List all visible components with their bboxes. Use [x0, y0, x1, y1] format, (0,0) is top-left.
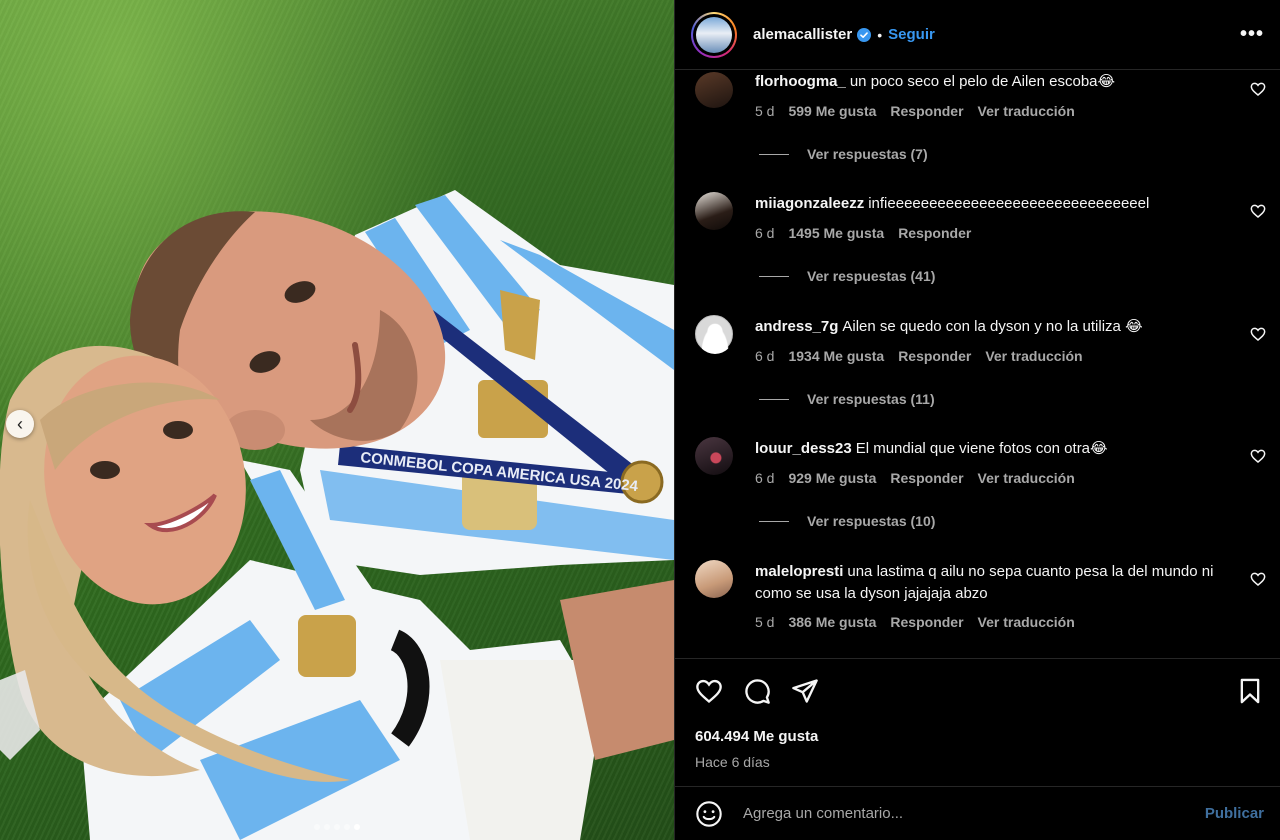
comment-translate-button[interactable]: Ver traducción — [985, 348, 1082, 364]
comment-age: 6 d — [755, 225, 775, 241]
verified-badge-icon — [857, 27, 872, 42]
comment-meta: 5 d 599 Me gusta Responder Ver traducció… — [755, 103, 1075, 119]
comment-likes-count[interactable]: 1934 Me gusta — [788, 348, 884, 364]
comment-reply-button[interactable]: Responder — [890, 103, 963, 119]
replies-divider — [759, 398, 789, 400]
comment-content: El mundial que viene fotos con otra😂 — [855, 440, 1108, 457]
comment-avatar[interactable] — [695, 72, 733, 108]
view-replies-label: Ver respuestas (7) — [807, 146, 928, 162]
comment-reply-button[interactable]: Responder — [898, 225, 971, 241]
comment-like-icon[interactable] — [1250, 81, 1266, 97]
comment-text: florhoogma_ un poco seco el pelo de Ailen… — [755, 71, 1236, 93]
comment-likes-count[interactable]: 1495 Me gusta — [788, 225, 884, 241]
comment-username[interactable]: malelopresti — [755, 563, 843, 580]
post-actions: 604.494 Me gusta Hace 6 días — [675, 658, 1280, 786]
comment-reply-button[interactable]: Responder — [890, 470, 963, 486]
comment-meta: 6 d 1495 Me gusta Responder — [755, 225, 971, 241]
carousel-dots — [0, 824, 674, 830]
comment-likes-count[interactable]: 599 Me gusta — [788, 103, 876, 119]
comment-composer: Publicar — [675, 786, 1280, 840]
comment-reply-button[interactable]: Responder — [890, 614, 963, 630]
carousel-dot — [334, 824, 340, 830]
post-side-panel: alemacallister • Seguir ••• florhoogma_ u… — [674, 0, 1280, 840]
comment-translate-button[interactable]: Ver traducción — [978, 614, 1075, 630]
comment-age: 5 d — [755, 103, 775, 119]
comment-username[interactable]: andress_7g — [755, 318, 838, 335]
carousel-dot — [314, 824, 320, 830]
carousel-dot — [324, 824, 330, 830]
view-replies-label: Ver respuestas (41) — [807, 268, 936, 284]
post-media[interactable]: CONMEBOL COPA AMERICA USA 2024 ‹ — [0, 0, 674, 840]
heart-icon[interactable] — [695, 677, 723, 705]
view-replies-label: Ver respuestas (11) — [807, 391, 935, 407]
comment-translate-button[interactable]: Ver traducción — [978, 470, 1075, 486]
comment-like-icon[interactable] — [1250, 448, 1266, 464]
comment-icon[interactable] — [743, 677, 771, 705]
comment-meta: 6 d 929 Me gusta Responder Ver traducció… — [755, 470, 1075, 486]
comment-age: 5 d — [755, 614, 775, 630]
carousel-prev-button[interactable]: ‹ — [6, 410, 34, 438]
comment-avatar[interactable] — [695, 315, 734, 354]
comment-meta: 5 d 386 Me gusta Responder Ver traducció… — [755, 614, 1075, 630]
comment-meta: 6 d 1934 Me gusta Responder Ver traducci… — [755, 348, 1083, 364]
comment-age: 6 d — [755, 348, 775, 364]
comment-content: un poco seco el pelo de Ailen escoba😂 — [849, 73, 1116, 90]
comment-username[interactable]: florhoogma_ — [755, 73, 846, 90]
bookmark-icon[interactable] — [1236, 677, 1264, 705]
comment-text: louur_dess23 El mundial que viene fotos c… — [755, 438, 1236, 460]
replies-divider — [759, 520, 789, 522]
post-likes-count[interactable]: 604.494 Me gusta — [695, 728, 818, 745]
post-header: alemacallister • Seguir ••• — [675, 0, 1280, 70]
comment-text: andress_7g Ailen se quedo con la dyson y … — [755, 316, 1236, 338]
comment-like-icon[interactable] — [1250, 326, 1266, 342]
comment-age: 6 d — [755, 470, 775, 486]
author-username[interactable]: alemacallister — [753, 26, 852, 43]
comment-like-icon[interactable] — [1250, 203, 1266, 219]
comment-like-icon[interactable] — [1250, 571, 1266, 587]
replies-divider — [759, 153, 789, 155]
header-separator: • — [877, 26, 883, 43]
comment-input[interactable] — [743, 805, 1205, 822]
share-icon[interactable] — [791, 677, 819, 705]
comment-reply-button[interactable]: Responder — [898, 348, 971, 364]
comment-content: infieeeeeeeeeeeeeeeeeeeeeeeeeeeeeeel — [868, 195, 1150, 212]
replies-divider — [759, 275, 789, 277]
carousel-dot — [344, 824, 350, 830]
comment-username[interactable]: miiagonzaleezz — [755, 195, 864, 212]
post-timestamp[interactable]: Hace 6 días — [695, 754, 770, 770]
comment-avatar[interactable] — [695, 192, 733, 230]
comment-username[interactable]: louur_dess23 — [755, 440, 852, 457]
comment-content: Ailen se quedo con la dyson y no la util… — [842, 318, 1143, 335]
view-replies-button[interactable]: Ver respuestas (11) — [759, 391, 935, 407]
comments-list[interactable]: florhoogma_ un poco seco el pelo de Ailen… — [675, 70, 1280, 658]
publish-button[interactable]: Publicar — [1205, 805, 1264, 822]
comment-text: malelopresti una lastima q ailu no sepa c… — [755, 561, 1236, 605]
comment-avatar[interactable] — [695, 560, 733, 598]
view-replies-button[interactable]: Ver respuestas (10) — [759, 513, 935, 529]
post-photo: CONMEBOL COPA AMERICA USA 2024 — [0, 190, 674, 840]
view-replies-button[interactable]: Ver respuestas (41) — [759, 268, 935, 284]
carousel-dot-active — [354, 824, 360, 830]
view-replies-button[interactable]: Ver respuestas (7) — [759, 146, 928, 162]
comment-text: miiagonzaleezz infieeeeeeeeeeeeeeeeeeeeee… — [755, 193, 1236, 215]
more-options-icon[interactable]: ••• — [1240, 23, 1264, 46]
author-avatar[interactable] — [691, 11, 737, 58]
comment-translate-button[interactable]: Ver traducción — [978, 103, 1075, 119]
comment-likes-count[interactable]: 929 Me gusta — [788, 470, 876, 486]
comment-likes-count[interactable]: 386 Me gusta — [788, 614, 876, 630]
comment-avatar[interactable] — [695, 437, 733, 475]
view-replies-label: Ver respuestas (10) — [807, 513, 936, 529]
emoji-icon[interactable] — [695, 800, 723, 828]
follow-button[interactable]: Seguir — [888, 26, 935, 43]
action-icons-row — [693, 677, 1264, 705]
